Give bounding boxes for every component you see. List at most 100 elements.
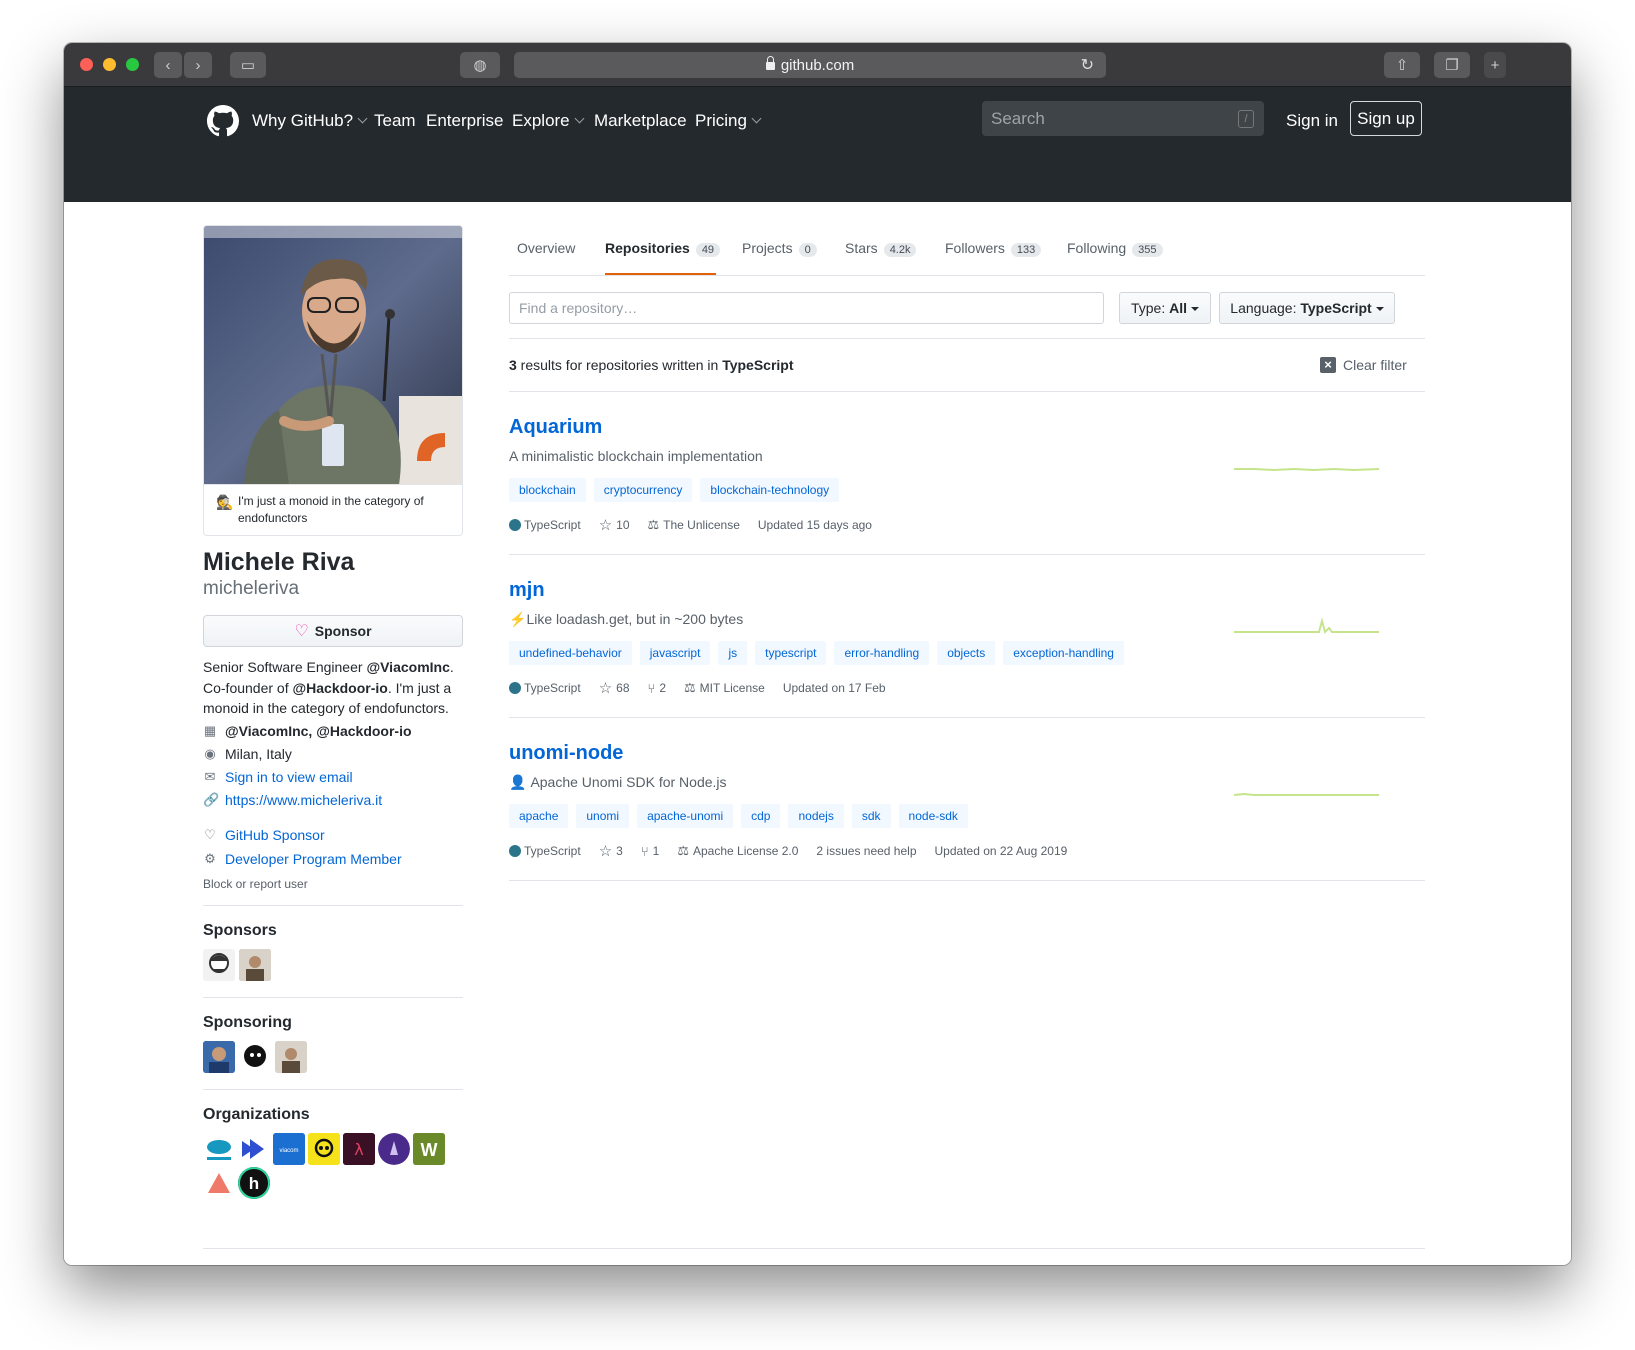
clear-filter-button[interactable]: × Clear filter: [1320, 357, 1407, 373]
topic-tag[interactable]: javascript: [639, 641, 711, 665]
org-w-icon[interactable]: W: [413, 1133, 445, 1165]
nav-marketplace[interactable]: Marketplace: [594, 111, 687, 131]
topic-tag[interactable]: blockchain: [509, 478, 586, 502]
forward-icon[interactable]: ›: [184, 52, 212, 78]
star-icon: ☆: [598, 680, 613, 697]
org-h-icon[interactable]: h: [238, 1167, 270, 1199]
tab-projects[interactable]: Projects 0: [742, 240, 817, 257]
sponsoring-avatar[interactable]: [203, 1041, 235, 1073]
activity-sparkline: [1234, 467, 1379, 472]
nav-pricing[interactable]: Pricing: [695, 111, 762, 131]
org-rocket-icon[interactable]: [378, 1133, 410, 1165]
nav-team[interactable]: Team: [374, 111, 416, 131]
sponsoring-heading: Sponsoring: [203, 1014, 292, 1031]
repo-stars-link[interactable]: ☆ 68: [599, 679, 630, 697]
divider: [509, 338, 1425, 339]
sponsor-button[interactable]: ♡ Sponsor: [203, 615, 463, 647]
topic-tag[interactable]: apache-unomi: [637, 804, 734, 828]
sign-in-link[interactable]: Sign in: [1286, 111, 1338, 131]
bio-company-link[interactable]: @ViacomInc: [366, 659, 449, 675]
tab-stars[interactable]: Stars 4.2k: [845, 240, 917, 257]
topic-tag[interactable]: unomi: [576, 804, 630, 828]
repo-name-link[interactable]: mjn: [509, 579, 545, 602]
back-icon[interactable]: ‹: [154, 52, 182, 78]
sponsoring-avatar[interactable]: [275, 1041, 307, 1073]
sign-up-button[interactable]: Sign up: [1350, 101, 1422, 136]
topic-tag[interactable]: js: [718, 641, 748, 665]
caret-down-icon: [1191, 307, 1200, 311]
zap-icon: ⚡: [509, 611, 527, 627]
tabs-icon[interactable]: ❐: [1434, 52, 1470, 78]
topic-tag[interactable]: objects: [937, 641, 996, 665]
badge-developer-program[interactable]: ⚙ Developer Program Member: [203, 851, 401, 867]
repo-stars-link[interactable]: ☆ 10: [599, 516, 630, 534]
topic-tag[interactable]: apache: [509, 804, 569, 828]
topic-tag[interactable]: node-sdk: [898, 804, 968, 828]
org-chat-icon[interactable]: [308, 1133, 340, 1165]
nav-enterprise[interactable]: Enterprise: [426, 111, 503, 131]
github-logo-icon[interactable]: [207, 105, 239, 137]
sidebar-icon[interactable]: ▭: [230, 52, 266, 78]
repo-stars-link[interactable]: ☆ 3: [599, 842, 623, 860]
type-filter-dropdown[interactable]: Type: All: [1119, 292, 1211, 324]
block-report-link[interactable]: Block or report user: [203, 877, 308, 891]
vcard-website[interactable]: 🔗 https://www.micheleriva.it: [203, 792, 382, 808]
language-filter-dropdown[interactable]: Language: TypeScript: [1219, 292, 1395, 324]
tab-repositories[interactable]: Repositories 49: [605, 240, 721, 257]
org-commerce-cloud-icon[interactable]: [203, 1133, 235, 1165]
share-icon[interactable]: ⇧: [1384, 52, 1420, 78]
minimize-window-button[interactable]: [103, 58, 116, 71]
reload-icon[interactable]: ↻: [1081, 55, 1094, 75]
sponsoring-avatar[interactable]: [239, 1041, 271, 1073]
repo-list-item: unomi-node 👤 Apache Unomi SDK for Node.js…: [509, 717, 1425, 880]
address-bar[interactable]: github.com ↻: [514, 52, 1106, 78]
topic-tag[interactable]: cdp: [741, 804, 781, 828]
repo-name-link[interactable]: unomi-node: [509, 742, 623, 765]
repo-topics: undefined-behavior javascript js typescr…: [509, 641, 1124, 665]
topic-tag[interactable]: error-handling: [834, 641, 930, 665]
org-viacom-icon[interactable]: viacom: [273, 1133, 305, 1165]
privacy-icon[interactable]: ◍: [460, 52, 500, 78]
fork-icon: ⑂: [647, 680, 656, 696]
tab-followers[interactable]: Followers 133: [945, 240, 1042, 257]
tab-following[interactable]: Following 355: [1067, 240, 1163, 257]
sponsor-avatar[interactable]: [203, 949, 235, 981]
repo-forks-link[interactable]: ⑂ 1: [641, 844, 660, 859]
cpu-icon: ⚙: [204, 851, 216, 866]
topic-tag[interactable]: sdk: [851, 804, 891, 828]
close-window-button[interactable]: [80, 58, 93, 71]
profile-name: Michele Riva: [203, 548, 355, 576]
topic-tag[interactable]: undefined-behavior: [509, 641, 632, 665]
profile-avatar[interactable]: [203, 225, 463, 484]
topic-tag[interactable]: typescript: [755, 641, 827, 665]
nav-explore[interactable]: Explore: [512, 111, 585, 131]
repo-forks-link[interactable]: ⑂ 2: [648, 681, 667, 696]
topic-tag[interactable]: nodejs: [788, 804, 844, 828]
law-icon: ⚖: [677, 843, 689, 858]
activity-sparkline: [1234, 792, 1379, 796]
topic-tag[interactable]: blockchain-technology: [700, 478, 840, 502]
new-tab-icon[interactable]: +: [1484, 52, 1506, 78]
tab-overview[interactable]: Overview: [517, 240, 575, 256]
bio-company2-link[interactable]: @Hackdoor-io: [293, 680, 388, 696]
search-input[interactable]: Search /: [982, 101, 1264, 136]
zoom-window-button[interactable]: [126, 58, 139, 71]
repo-issues-link[interactable]: 2 issues need help: [816, 844, 916, 858]
lock-icon: [765, 56, 775, 70]
badge-github-sponsor[interactable]: ♡ GitHub Sponsor: [203, 827, 324, 843]
sponsor-avatar[interactable]: [239, 949, 271, 981]
repo-updated: Updated on 22 Aug 2019: [934, 844, 1068, 858]
topic-tag[interactable]: cryptocurrency: [593, 478, 693, 502]
topic-tag[interactable]: exception-handling: [1003, 641, 1124, 665]
close-icon: ×: [1320, 357, 1336, 373]
activity-sparkline: [1234, 617, 1379, 634]
repo-license: ⚖ The Unlicense: [647, 517, 740, 532]
nav-why-github[interactable]: Why GitHub?: [252, 111, 368, 131]
status-text: I'm just a monoid in the category of end…: [238, 494, 424, 525]
org-triangle-icon[interactable]: [203, 1167, 235, 1199]
org-hackdoor-icon[interactable]: [238, 1133, 270, 1165]
org-lambda-icon[interactable]: λ: [343, 1133, 375, 1165]
vcard-email[interactable]: ✉ Sign in to view email: [203, 769, 353, 785]
find-repository-input[interactable]: Find a repository…: [509, 292, 1104, 324]
repo-name-link[interactable]: Aquarium: [509, 416, 602, 439]
